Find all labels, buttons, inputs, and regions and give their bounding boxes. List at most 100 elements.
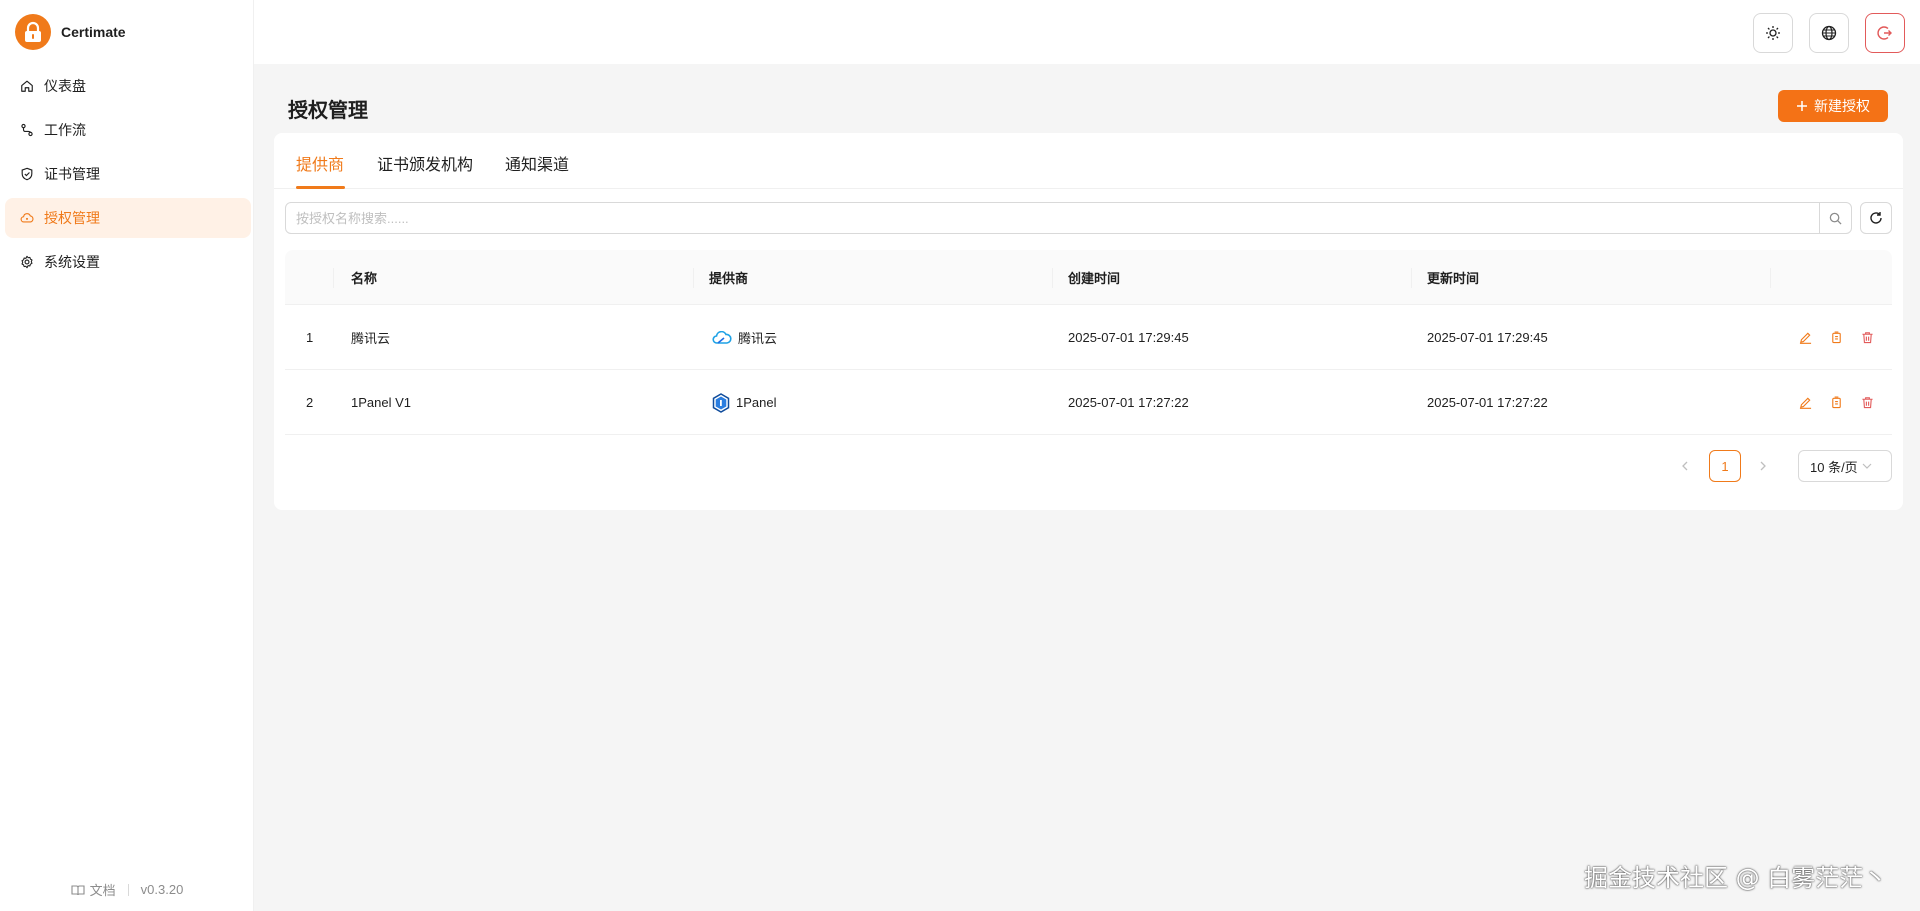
app-name: Certimate — [61, 24, 126, 40]
row-actions — [1796, 305, 1876, 370]
column-divider — [1411, 268, 1412, 288]
chevron-down-icon — [1862, 463, 1872, 469]
delete-button[interactable] — [1858, 329, 1876, 347]
copy-icon — [1831, 331, 1841, 344]
new-access-label: 新建授权 — [1814, 98, 1870, 114]
sidebar-item-dashboard[interactable]: 仪表盘 — [5, 66, 251, 106]
column-header-created: 创建时间 — [1068, 271, 1121, 286]
page-size-select[interactable]: 10 条/页 — [1798, 450, 1892, 482]
column-header-updated: 更新时间 — [1427, 271, 1480, 286]
chevron-right-icon — [1760, 461, 1766, 471]
tab-ca[interactable]: 证书颁发机构 — [377, 151, 473, 175]
sidebar-footer: 文档 v0.3.20 — [0, 880, 254, 899]
sidebar: Certimate 仪表盘 工作流 证书管理 授权管理 系统设置 文档 v0.3… — [0, 0, 254, 911]
globe-icon — [1821, 25, 1837, 41]
edit-button[interactable] — [1796, 394, 1814, 412]
column-header-provider: 提供商 — [709, 271, 749, 286]
chevron-left-icon — [1682, 461, 1688, 471]
1panel-icon — [712, 392, 730, 413]
column-header-name: 名称 — [351, 271, 378, 286]
row-created: 2025-07-01 17:27:22 — [1068, 395, 1189, 410]
logout-button[interactable] — [1865, 13, 1905, 53]
sidebar-item-settings[interactable]: 系统设置 — [5, 242, 251, 282]
theme-toggle-button[interactable] — [1753, 13, 1793, 53]
sidebar-item-access[interactable]: 授权管理 — [5, 198, 251, 238]
search-box — [285, 202, 1852, 234]
copy-icon — [1831, 396, 1841, 409]
watermark: 掘金技术社区 @ 白雾茫茫丶 — [1584, 864, 1888, 892]
copy-button[interactable] — [1827, 394, 1845, 412]
column-divider — [693, 268, 694, 288]
home-icon — [21, 80, 33, 92]
page-size-label: 10 条/页 — [1810, 459, 1858, 475]
tab-bar: 提供商 证书颁发机构 通知渠道 — [274, 133, 1903, 189]
row-name: 1Panel V1 — [351, 395, 411, 410]
search-icon — [1829, 212, 1842, 225]
tencent-cloud-icon — [712, 330, 732, 344]
search-button[interactable] — [1819, 203, 1851, 233]
sidebar-item-label: 证书管理 — [44, 166, 100, 182]
lock-logo-icon — [15, 14, 51, 50]
row-actions — [1796, 370, 1876, 435]
sidebar-item-certificates[interactable]: 证书管理 — [5, 154, 251, 194]
tab-active-indicator — [296, 186, 345, 189]
edit-button[interactable] — [1796, 329, 1814, 347]
new-access-button[interactable]: 新建授权 — [1778, 90, 1888, 122]
table-row[interactable]: 1 腾讯云 腾讯云 2025-07-01 17:29:45 2025-07-01… — [285, 305, 1892, 370]
row-provider: 腾讯云 — [712, 305, 777, 370]
row-index: 2 — [306, 395, 314, 410]
column-divider — [1770, 268, 1771, 288]
pagination: 1 10 条/页 — [274, 450, 1903, 482]
prev-page-button[interactable] — [1673, 450, 1697, 482]
page-1-button[interactable]: 1 — [1709, 450, 1741, 482]
access-card: 提供商 证书颁发机构 通知渠道 名称 提供商 创建时间 更新时间 1 腾讯云 — [274, 133, 1903, 510]
provider-label: 腾讯云 — [738, 331, 778, 346]
trash-icon — [1861, 397, 1873, 409]
footer-divider — [127, 883, 129, 896]
sidebar-item-label: 仪表盘 — [44, 78, 86, 94]
provider-label: 1Panel — [736, 395, 777, 410]
edit-icon — [1799, 397, 1811, 409]
refresh-icon — [1870, 212, 1882, 224]
row-updated: 2025-07-01 17:27:22 — [1427, 395, 1548, 410]
refresh-button[interactable] — [1860, 202, 1892, 234]
tab-providers[interactable]: 提供商 — [296, 151, 344, 175]
language-button[interactable] — [1809, 13, 1849, 53]
docs-label: 文档 — [89, 883, 116, 898]
table-row[interactable]: 2 1Panel V1 1Panel 2025-07-01 17:27:22 2… — [285, 370, 1892, 435]
column-divider — [333, 268, 334, 288]
delete-button[interactable] — [1858, 394, 1876, 412]
page-title: 授权管理 — [288, 100, 368, 122]
table-header: 名称 提供商 创建时间 更新时间 — [285, 250, 1892, 305]
shield-check-icon — [21, 167, 33, 181]
access-table: 名称 提供商 创建时间 更新时间 1 腾讯云 腾讯云 2025-07-01 17… — [285, 250, 1892, 435]
next-page-button[interactable] — [1751, 450, 1775, 482]
app-logo[interactable]: Certimate — [15, 14, 126, 50]
docs-link[interactable]: 文档 — [71, 880, 116, 899]
column-divider — [1052, 268, 1053, 288]
sun-icon — [1766, 26, 1780, 40]
search-input[interactable] — [286, 203, 1819, 233]
version-label: v0.3.20 — [140, 882, 184, 897]
book-icon — [71, 884, 85, 895]
edit-icon — [1799, 332, 1811, 344]
copy-button[interactable] — [1827, 329, 1845, 347]
row-created: 2025-07-01 17:29:45 — [1068, 330, 1189, 345]
plus-icon — [1797, 101, 1807, 111]
sidebar-item-workflow[interactable]: 工作流 — [5, 110, 251, 150]
gear-icon — [21, 255, 33, 269]
row-index: 1 — [306, 330, 314, 345]
logout-icon — [1877, 26, 1892, 40]
top-bar — [254, 0, 1920, 64]
row-name: 腾讯云 — [351, 331, 391, 346]
cloud-key-icon — [20, 213, 34, 223]
row-provider: 1Panel — [712, 370, 776, 435]
tab-notifications[interactable]: 通知渠道 — [505, 151, 569, 175]
row-updated: 2025-07-01 17:29:45 — [1427, 330, 1548, 345]
trash-icon — [1861, 332, 1873, 344]
sidebar-item-label: 授权管理 — [44, 210, 100, 226]
workflow-icon — [21, 123, 33, 137]
sidebar-item-label: 系统设置 — [44, 254, 100, 270]
sidebar-item-label: 工作流 — [44, 122, 86, 138]
sidebar-nav: 仪表盘 工作流 证书管理 授权管理 系统设置 — [5, 66, 251, 286]
